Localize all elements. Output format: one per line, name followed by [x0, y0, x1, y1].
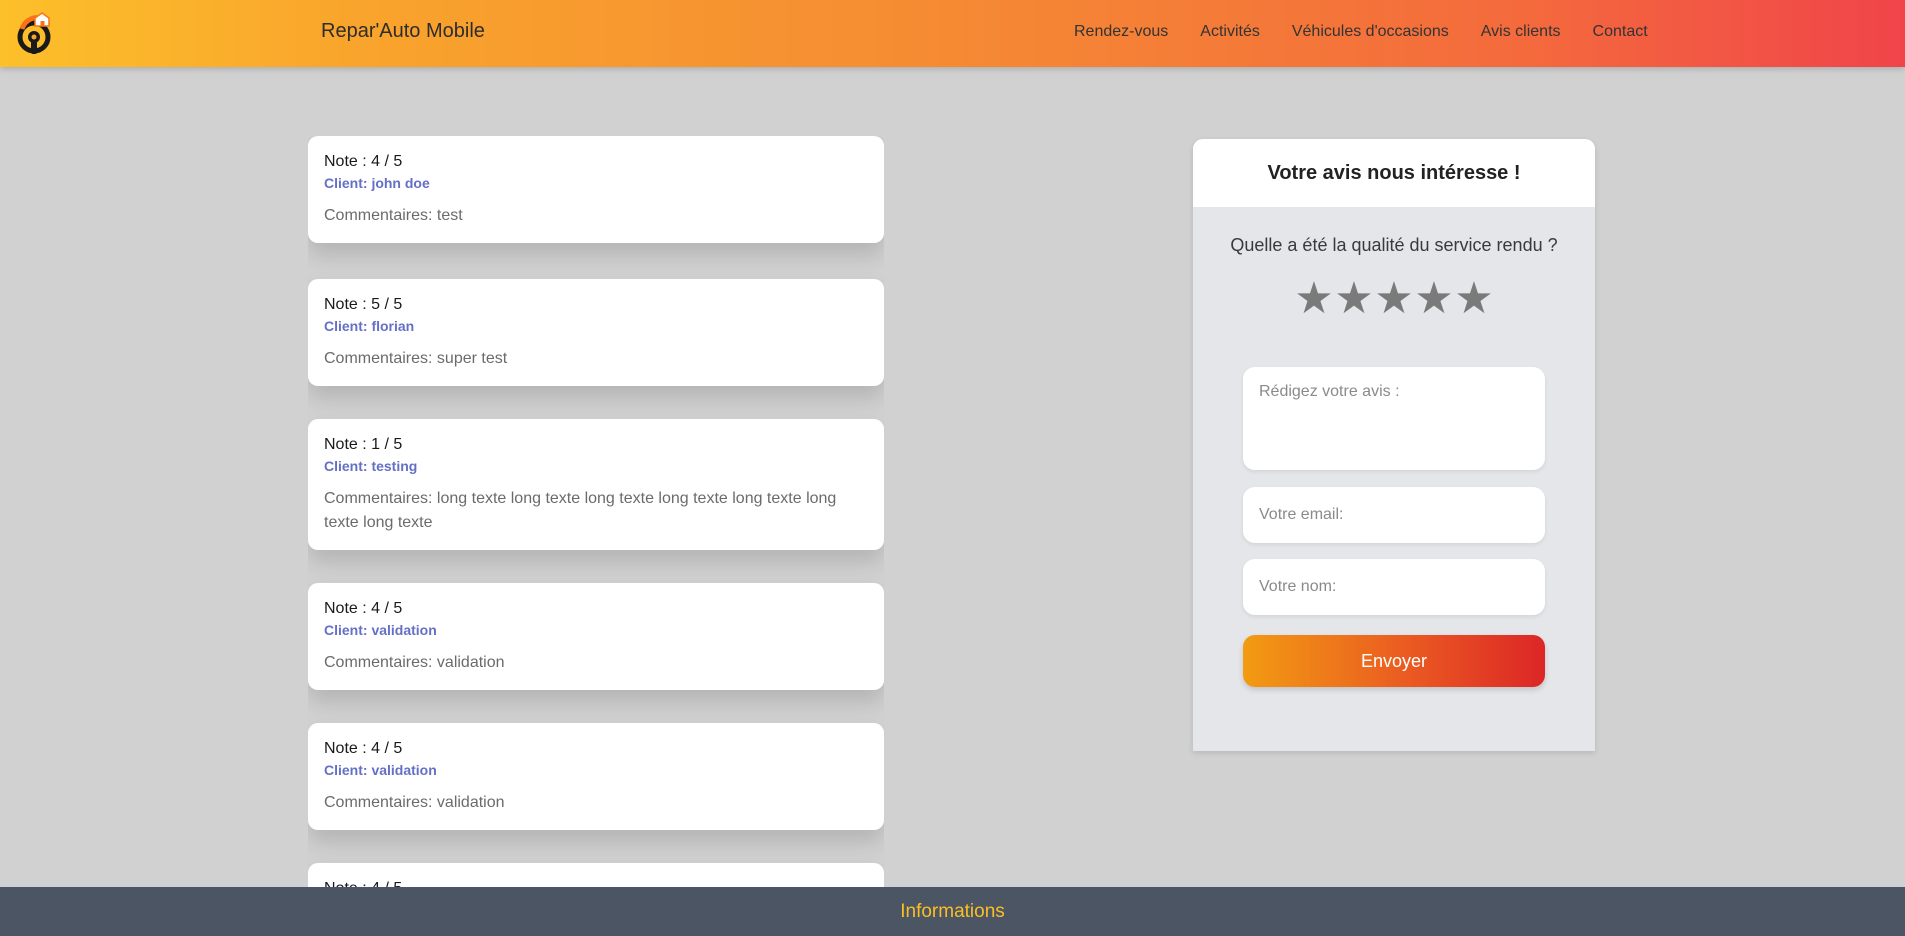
review-comment: Commentaires: test: [324, 207, 463, 224]
review-card: Note : 4 / 5: [308, 863, 884, 887]
nav-link-rendez-vous[interactable]: Rendez-vous: [1074, 23, 1168, 41]
review-card: Note : 4 / 5 Client: validation Commenta…: [308, 583, 884, 690]
logo-icon[interactable]: [14, 7, 56, 59]
review-comment: Commentaires: validation: [324, 794, 505, 811]
review-client: Client: testing: [324, 458, 418, 474]
star-icon[interactable]: ★: [1454, 276, 1494, 322]
footer-title[interactable]: Informations: [900, 901, 1005, 923]
star-icon[interactable]: ★: [1414, 276, 1454, 322]
review-card: Note : 5 / 5 Client: florian Commentaire…: [308, 279, 884, 386]
review-card: Note : 4 / 5 Client: john doe Commentair…: [308, 136, 884, 243]
rating-question: Quelle a été la qualité du service rendu…: [1230, 235, 1558, 255]
review-client: Client: validation: [324, 762, 437, 778]
review-note: Note : 4 / 5: [324, 740, 403, 757]
form-title: Votre avis nous intéresse !: [1193, 139, 1595, 207]
review-form-panel: Votre avis nous intéresse ! Quelle a été…: [1193, 139, 1595, 751]
star-icon[interactable]: ★: [1294, 276, 1334, 322]
review-note: Note : 5 / 5: [324, 296, 403, 313]
review-card: Note : 4 / 5 Client: validation Commenta…: [308, 723, 884, 830]
review-textarea[interactable]: [1243, 367, 1545, 470]
review-card: Note : 1 / 5 Client: testing Commentaire…: [308, 419, 884, 550]
star-rating[interactable]: ★ ★ ★ ★ ★: [1193, 276, 1595, 322]
name-field[interactable]: [1243, 559, 1545, 615]
review-comment: Commentaires: validation: [324, 654, 505, 671]
review-client: Client: validation: [324, 622, 437, 638]
review-comment: Commentaires: super test: [324, 350, 508, 367]
review-note: Note : 1 / 5: [324, 436, 403, 453]
email-field[interactable]: [1243, 487, 1545, 543]
footer: Informations: [0, 887, 1905, 936]
nav-links: Rendez-vous Activités Véhicules d'occasi…: [1074, 23, 1680, 41]
review-note: Note : 4 / 5: [324, 153, 403, 170]
review-note: Note : 4 / 5: [324, 879, 868, 887]
reviews-list[interactable]: Note : 4 / 5 Client: john doe Commentair…: [308, 136, 884, 887]
submit-button[interactable]: Envoyer: [1243, 635, 1545, 687]
navbar: Repar'Auto Mobile Rendez-vous Activités …: [0, 0, 1905, 67]
review-client: Client: florian: [324, 318, 415, 334]
nav-link-avis-clients[interactable]: Avis clients: [1481, 23, 1561, 41]
review-client: Client: john doe: [324, 175, 430, 191]
star-icon[interactable]: ★: [1334, 276, 1374, 322]
nav-link-activites[interactable]: Activités: [1200, 23, 1260, 41]
review-comment: Commentaires: long texte long texte long…: [324, 490, 837, 531]
star-icon[interactable]: ★: [1374, 276, 1414, 322]
review-note: Note : 4 / 5: [324, 600, 403, 617]
brand-link[interactable]: Repar'Auto Mobile: [321, 20, 485, 43]
nav-link-vehicules-occasions[interactable]: Véhicules d'occasions: [1292, 23, 1449, 41]
nav-link-contact[interactable]: Contact: [1593, 23, 1648, 41]
